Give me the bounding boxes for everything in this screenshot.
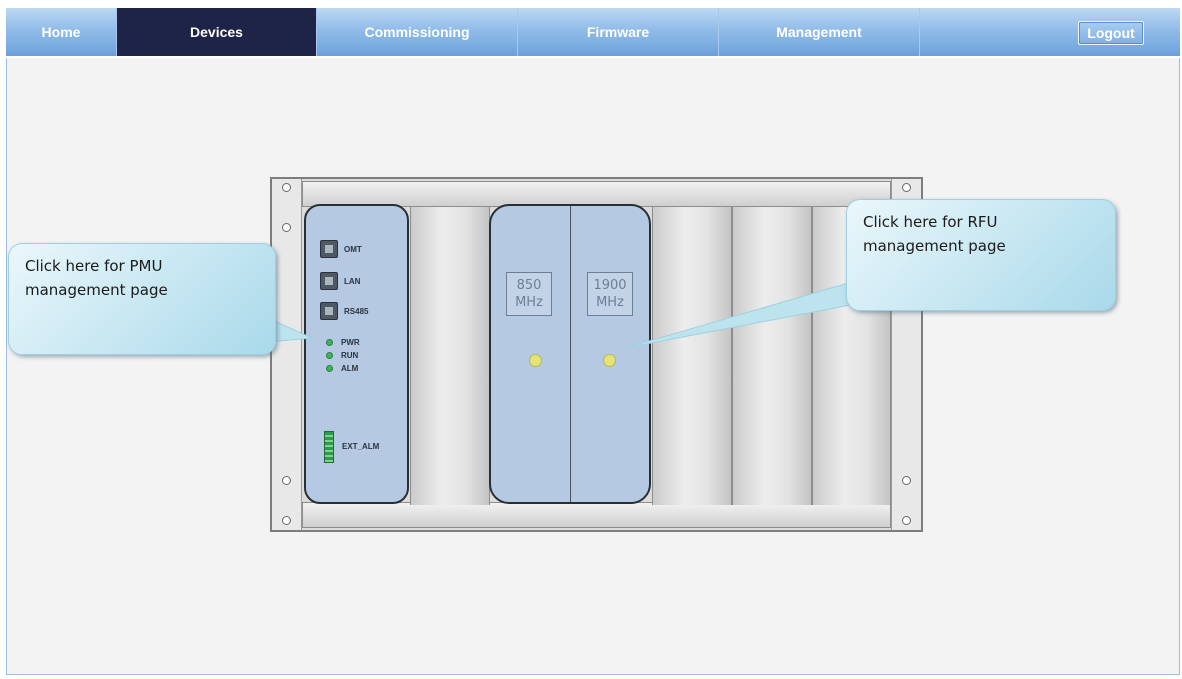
pmu-callout: Click here for PMU management page	[8, 243, 276, 355]
rfu-callout-text: Click here for RFU management page	[863, 213, 1006, 255]
rfu-callout-tail	[624, 281, 867, 349]
pmu-callout-text: Click here for PMU management page	[25, 257, 168, 299]
rfu-callout: Click here for RFU management page	[846, 199, 1116, 311]
